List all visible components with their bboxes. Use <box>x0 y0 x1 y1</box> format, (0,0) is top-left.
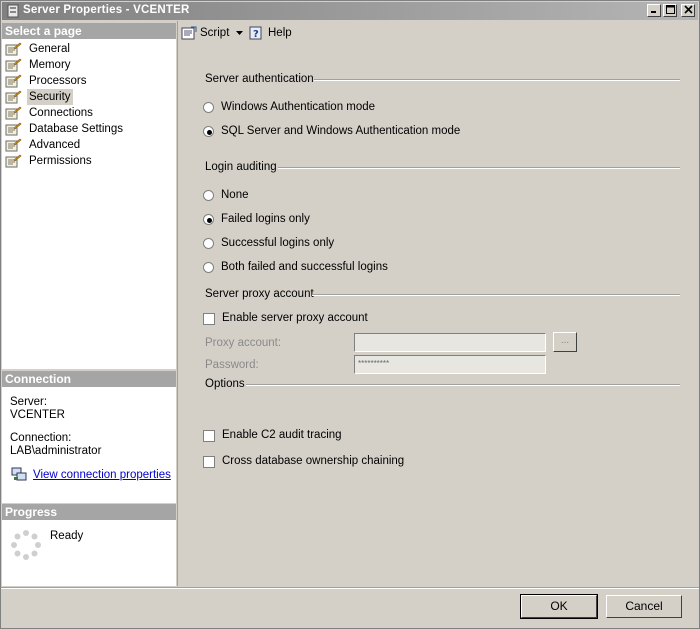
window-title: Server Properties - VCENTER <box>23 4 190 16</box>
group-divider <box>314 79 680 81</box>
page-item-label: Processors <box>29 75 87 87</box>
script-label: Script <box>200 27 230 39</box>
connection-value: LAB\administrator <box>10 445 102 457</box>
radio-label: Failed logins only <box>221 213 310 225</box>
select-page-header: Select a page <box>2 23 176 39</box>
radio-selected-dot <box>207 218 212 223</box>
checkbox-box <box>203 430 215 442</box>
page-icon <box>5 138 22 152</box>
svg-text:?: ? <box>253 29 259 40</box>
page-item-label: Memory <box>29 59 71 71</box>
help-label: Help <box>268 27 292 39</box>
page-icon <box>5 106 22 120</box>
minimize-button[interactable] <box>647 4 661 17</box>
cancel-button[interactable]: Cancel <box>606 595 682 618</box>
page-icon <box>5 90 22 104</box>
password-input[interactable]: ********** <box>354 355 546 374</box>
page-item-label: Advanced <box>29 139 81 151</box>
checkbox-box <box>203 313 215 325</box>
connection-panel: Server: VCENTER Connection: LAB\administ… <box>2 387 176 503</box>
security-page-content: Script ? Help Server authentication Wind… <box>177 21 699 586</box>
server-authentication-title: Server authentication <box>205 73 314 85</box>
radio-circle <box>203 262 214 273</box>
help-icon: ? <box>249 26 262 40</box>
close-button[interactable] <box>681 4 695 17</box>
page-icon <box>5 74 22 88</box>
login-auditing-title: Login auditing <box>205 161 277 173</box>
maximize-button[interactable] <box>663 4 677 17</box>
server-proxy-title: Server proxy account <box>205 288 314 300</box>
script-icon <box>181 26 197 40</box>
title-bar: Server Properties - VCENTER <box>2 2 698 20</box>
proxy-account-label: Proxy account: <box>205 337 282 349</box>
group-divider <box>278 167 680 169</box>
page-item-label: Security <box>27 89 73 105</box>
proxy-account-input[interactable] <box>354 333 546 352</box>
group-divider <box>246 384 680 386</box>
chevron-down-icon[interactable] <box>236 31 243 35</box>
page-icon <box>5 154 22 168</box>
page-icon <box>5 58 22 72</box>
connection-header: Connection <box>2 371 176 387</box>
footer-divider <box>1 587 699 589</box>
radio-label: Successful logins only <box>221 237 335 249</box>
connection-label: Connection: <box>10 432 72 444</box>
checkbox-label: Enable C2 audit tracing <box>222 429 342 441</box>
proxy-browse-button[interactable]: ... <box>553 332 577 352</box>
progress-status: Ready <box>50 530 84 542</box>
radio-circle <box>203 190 214 201</box>
server-label: Server: <box>10 396 48 408</box>
minimize-icon <box>651 11 656 13</box>
group-divider <box>312 294 680 296</box>
radio-label: None <box>221 189 249 201</box>
script-button[interactable]: Script <box>181 25 245 41</box>
server-app-icon <box>7 4 19 18</box>
page-icon <box>5 122 22 136</box>
radio-circle <box>203 238 214 249</box>
server-properties-window: Server Properties - VCENTER Select a pag… <box>0 0 700 629</box>
page-icon <box>5 42 22 56</box>
close-icon <box>683 5 693 14</box>
checkbox-label: Enable server proxy account <box>222 312 368 324</box>
page-list: General Memory Processors Security Conne… <box>2 39 176 369</box>
radio-label: SQL Server and Windows Authentication mo… <box>221 125 461 137</box>
progress-panel: Ready <box>2 520 176 586</box>
progress-spinner-icon <box>11 530 41 560</box>
radio-label: Windows Authentication mode <box>221 101 376 113</box>
password-label: Password: <box>205 359 259 371</box>
help-button[interactable]: ? Help <box>248 25 298 41</box>
left-panel: Select a page General Memory Processors … <box>2 21 177 586</box>
radio-circle <box>203 214 214 225</box>
connection-properties-icon <box>11 467 27 481</box>
checkbox-label: Cross database ownership chaining <box>222 455 405 467</box>
page-item-label: Permissions <box>29 155 92 167</box>
maximize-icon <box>665 5 675 14</box>
view-connection-properties-link[interactable]: View connection properties <box>33 469 171 482</box>
page-item-label: Connections <box>29 107 93 119</box>
page-item-label: Database Settings <box>29 123 123 135</box>
radio-circle <box>203 126 214 137</box>
radio-selected-dot <box>207 130 212 135</box>
radio-circle <box>203 102 214 113</box>
page-item-label: General <box>29 43 70 55</box>
radio-label: Both failed and successful logins <box>221 261 388 273</box>
server-value: VCENTER <box>10 409 65 421</box>
ok-button[interactable]: OK <box>520 594 598 619</box>
progress-header: Progress <box>2 504 176 520</box>
toolbar: Script ? Help <box>178 21 699 45</box>
checkbox-box <box>203 456 215 468</box>
options-title: Options <box>205 378 245 390</box>
